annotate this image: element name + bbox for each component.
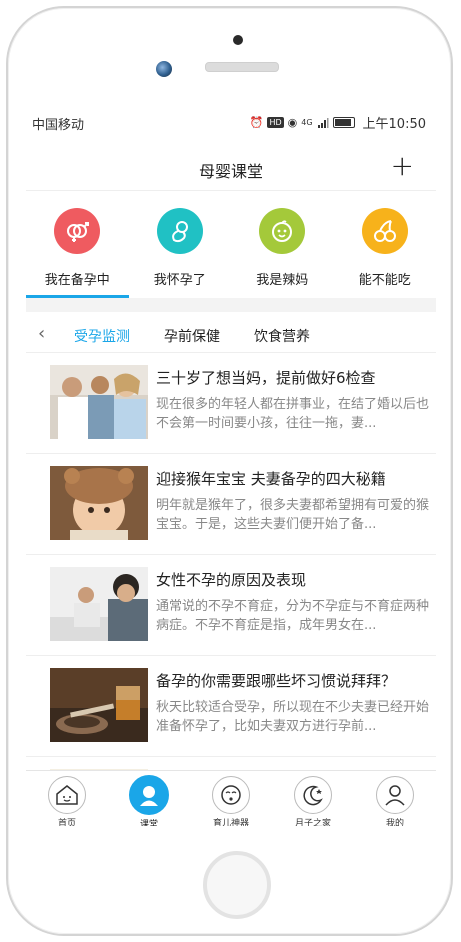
article-summary: 秋天比较适合受孕，所以现在不少夫妻已经开始准备怀孕了，比如夫妻双方进行孕前... (156, 700, 430, 734)
earpiece-speaker (205, 62, 279, 72)
tab-label: 首页 (57, 819, 76, 826)
eye-icon: ◉ (287, 115, 298, 129)
tab-mine[interactable]: 我的 (354, 771, 436, 826)
subtab-1[interactable]: 孕前保健 (164, 326, 220, 346)
article-summary: 现在很多的年轻人都在拼事业，在结了婚以后也不会第一时间要小孩，往往一拖，妻... (156, 397, 430, 431)
add-button[interactable]: + (391, 152, 414, 180)
tab-label: 育儿神器 (212, 819, 249, 826)
article-summary: 通常说的不孕不育症，分为不孕症与不育症两种病症。不孕不育症是指，成年男女在... (156, 599, 430, 633)
category-1[interactable]: 我怀孕了 (129, 202, 232, 298)
article-summary: 明年就是猴年了，很多夫妻都希望拥有可爱的猴宝宝。于是，这些夫妻们便开始了备... (156, 498, 430, 532)
bottom-tab-bar: 首页 课堂 育儿神器 月子之家 我的 (26, 770, 436, 826)
user-icon (129, 775, 169, 815)
category-label: 我是辣妈 (256, 273, 309, 288)
article-title: 三十岁了想当妈，提前做好6检查 (156, 369, 376, 387)
baby-face-icon (259, 208, 306, 254)
subtab-2[interactable]: 饮食营养 (254, 326, 310, 346)
tab-confinement[interactable]: 月子之家 (272, 771, 354, 826)
page-title: 母婴课堂 (198, 162, 263, 181)
article-title: 女性不孕的原因及表现 (156, 571, 307, 589)
person-icon (376, 776, 414, 814)
category-label: 能不能吃 (358, 273, 411, 288)
baby-face-icon (212, 776, 250, 814)
carrier-name: 中国移动 (32, 118, 85, 133)
subtab-0[interactable]: 受孕监测 (74, 326, 130, 346)
chevron-left-icon[interactable]: ‹ (38, 323, 45, 344)
list-item[interactable]: 备孕的你需要跟哪些坏习惯说拜拜？ 秋天比较适合受孕，所以现在不少夫妻已经开始准备… (26, 656, 436, 757)
battery-icon (332, 117, 355, 128)
tab-parenting-tools[interactable]: 育儿神器 (190, 771, 272, 826)
house-face-icon (48, 776, 86, 814)
tab-label: 课堂 (139, 820, 158, 826)
list-item[interactable]: 女性不孕的原因及表现 通常说的不孕不育症，分为不孕症与不育症两种病症。不孕不育症… (26, 555, 436, 656)
moon-icon (294, 776, 332, 814)
category-0[interactable]: 我在备孕中 (26, 202, 129, 298)
category-3[interactable]: 能不能吃 (334, 202, 437, 298)
network-type: 4G (301, 117, 313, 127)
status-icons: ⏰ HD ◉ 4G 上午10:50 (249, 113, 426, 133)
article-thumbnail (50, 668, 148, 742)
front-camera (233, 35, 243, 45)
category-label: 我怀孕了 (153, 273, 206, 288)
gender-icon (54, 208, 101, 254)
tab-home[interactable]: 首页 (26, 771, 108, 826)
sub-tab-bar: ‹ 受孕监测 孕前保健 饮食营养 (26, 316, 436, 353)
camera-lens (156, 61, 172, 77)
category-label: 我在备孕中 (44, 273, 110, 288)
signal-icon (317, 117, 329, 128)
hd-badge: HD (267, 117, 284, 128)
list-item[interactable]: 迎接猴年宝宝 夫妻备孕的四大秘籍 明年就是猴年了，很多夫妻都希望拥有可爱的猴宝宝… (26, 454, 436, 555)
home-button[interactable] (203, 851, 271, 919)
app-screen: 中国移动 ⏰ HD ◉ 4G 上午10:50 母婴课堂 + 我在备孕中 我怀孕了我… (26, 106, 436, 826)
category-row: 我在备孕中 我怀孕了 我是辣妈 能不能吃 (26, 202, 436, 298)
section-divider (26, 298, 436, 312)
nav-bar: 母婴课堂 + (26, 146, 436, 191)
article-title: 备孕的你需要跟哪些坏习惯说拜拜？ (156, 672, 397, 690)
article-thumbnail (50, 365, 148, 439)
tab-label: 月子之家 (294, 819, 331, 826)
article-thumbnail (50, 466, 148, 540)
tab-classroom[interactable]: 课堂 (108, 771, 190, 826)
tab-label: 我的 (385, 819, 404, 826)
article-title: 迎接猴年宝宝 夫妻备孕的四大秘籍 (156, 470, 386, 488)
fetus-icon (156, 208, 203, 254)
cherry-icon (361, 208, 408, 254)
list-item[interactable]: 三十岁了想当妈，提前做好6检查 现在很多的年轻人都在拼事业，在结了婚以后也不会第… (26, 353, 436, 454)
status-bar: 中国移动 ⏰ HD ◉ 4G 上午10:50 (26, 106, 436, 136)
alarm-icon: ⏰ (249, 115, 264, 129)
article-thumbnail (50, 567, 148, 641)
category-2[interactable]: 我是辣妈 (231, 202, 334, 298)
clock: 上午10:50 (362, 117, 426, 132)
